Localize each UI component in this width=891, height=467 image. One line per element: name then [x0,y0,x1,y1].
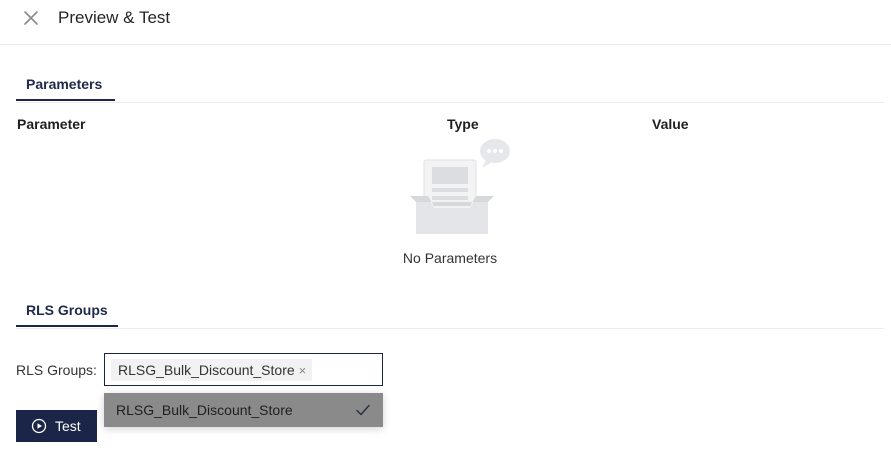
selected-chip: RLSG_Bulk_Discount_Store × [111,359,313,382]
rls-groups-select[interactable]: RLSG_Bulk_Discount_Store × [104,353,383,386]
page-title: Preview & Test [58,8,171,27]
tab-rls-groups[interactable]: RLS Groups [16,300,118,327]
rls-tab-strip: RLS Groups [16,300,884,329]
column-header-type: Type [447,116,479,132]
test-button-label: Test [55,418,81,434]
chip-remove-icon[interactable]: × [299,360,307,382]
dropdown-option[interactable]: RLSG_Bulk_Discount_Store [104,393,383,427]
empty-state-text: No Parameters [402,250,498,266]
header-bar: Preview & Test [0,0,891,45]
rls-groups-label: RLS Groups: [16,362,97,378]
close-icon[interactable] [22,9,40,27]
empty-inbox-icon [410,139,510,234]
column-header-parameter: Parameter [17,116,86,132]
dropdown-option-label: RLSG_Bulk_Discount_Store [116,402,293,418]
check-icon [356,404,370,416]
column-header-value: Value [652,116,689,132]
tab-parameters[interactable]: Parameters [16,74,115,101]
test-button[interactable]: Test [16,410,97,442]
selected-chip-label: RLSG_Bulk_Discount_Store [118,362,295,378]
rls-groups-dropdown: RLSG_Bulk_Discount_Store [104,393,383,427]
play-circle-icon [31,418,47,434]
parameters-tab-strip: Parameters [16,74,884,103]
